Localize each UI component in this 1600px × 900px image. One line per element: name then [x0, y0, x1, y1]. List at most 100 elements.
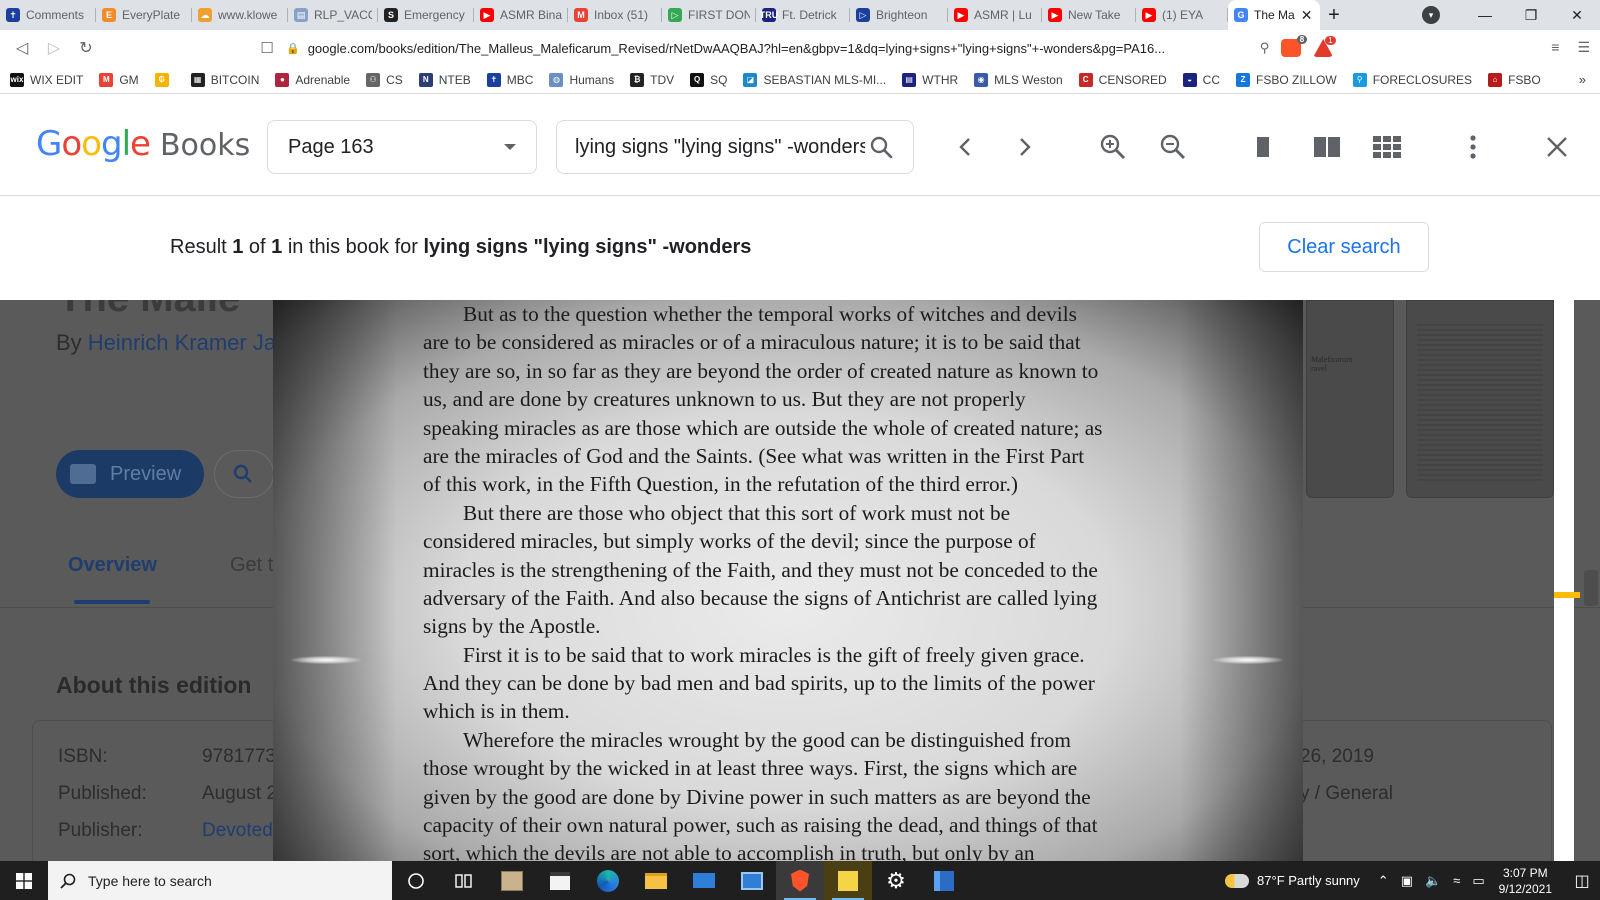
bookmark-item[interactable]: ▦ BITCOIN — [190, 72, 259, 87]
tab-get-book[interactable]: Get t — [230, 554, 273, 577]
page-thumbnail[interactable] — [1406, 300, 1554, 498]
browser-tab[interactable]: E EveryPlate — [96, 0, 192, 30]
bookmark-item[interactable]: ₲ — [154, 72, 175, 87]
browser-tab[interactable]: ✝ Comments — [0, 0, 96, 30]
browser-tab[interactable]: G The Ma ✕ — [1228, 0, 1320, 30]
bookmark-item[interactable]: ⚲ FORECLOSURES — [1352, 72, 1472, 87]
browser-tab[interactable]: ▤ RLP_VACC — [288, 0, 378, 30]
zoom-in-icon[interactable] — [1098, 132, 1128, 162]
photos-icon[interactable] — [728, 861, 776, 900]
next-result-icon[interactable] — [1010, 132, 1040, 162]
browser-tab[interactable]: ▶ New Take — [1042, 0, 1136, 30]
meet-now-icon[interactable]: ▣ — [1401, 873, 1413, 889]
bookmark-item[interactable]: ● Adrenable — [275, 72, 350, 87]
brave-browser-icon[interactable] — [776, 861, 824, 900]
scanned-page-viewer[interactable]: But as to the question whether the tempo… — [273, 300, 1303, 861]
tab-label: ASMR | Lu — [974, 8, 1032, 22]
page-scrollbar-thumb[interactable] — [1584, 570, 1598, 606]
bookmark-item[interactable]: ◪ SEBASTIAN MLS-MI... — [743, 72, 886, 87]
taskbar-clock[interactable]: 3:07 PM 9/12/2021 — [1499, 865, 1552, 897]
grid-view-icon[interactable] — [1372, 132, 1402, 162]
preview-button[interactable]: Preview — [56, 450, 204, 498]
lock-icon[interactable]: 🔒 — [286, 42, 300, 55]
tab-search-icon[interactable]: ▾ — [1422, 6, 1440, 24]
browser-tab[interactable]: ▷ Brighteon — [850, 0, 948, 30]
word-icon[interactable] — [920, 861, 968, 900]
photo-app-icon[interactable] — [488, 861, 536, 900]
taskbar-search-box[interactable]: Type here to search — [48, 861, 392, 900]
bookmark-item[interactable]: ◉ MLS Weston — [974, 72, 1063, 87]
browser-tab[interactable]: TRU Ft. Detrick — [756, 0, 850, 30]
clear-search-button[interactable]: Clear search — [1259, 222, 1429, 272]
bookmark-item[interactable]: N NTEB — [418, 72, 471, 87]
wifi-icon[interactable]: ≈ — [1453, 873, 1460, 888]
single-page-view-icon[interactable] — [1248, 132, 1278, 162]
bookmark-item[interactable]: ◍ Humans — [549, 72, 614, 87]
close-tab-icon[interactable]: ✕ — [1301, 7, 1313, 24]
back-icon[interactable]: ◁ — [6, 38, 38, 58]
search-hit-marker[interactable] — [1554, 592, 1580, 598]
page-thumbnail[interactable]: Maleficarum ravel — [1306, 300, 1394, 498]
in-book-search-box[interactable] — [556, 120, 914, 174]
browser-tab[interactable]: ▶ ASMR Bina — [474, 0, 568, 30]
bookmark-item[interactable]: Z FSBO ZILLOW — [1236, 72, 1337, 87]
battery-icon[interactable]: ▭ — [1472, 873, 1484, 889]
more-bookmarks-icon[interactable]: » — [1579, 72, 1586, 87]
minimize-icon[interactable]: — — [1462, 7, 1508, 23]
brave-shield-icon[interactable]: 8 — [1281, 35, 1308, 57]
browser-tab[interactable]: S Emergency — [378, 0, 474, 30]
cortana-icon[interactable] — [392, 861, 440, 900]
author-link[interactable]: Heinrich Kramer Ja — [88, 330, 276, 355]
tab-overview[interactable]: Overview — [68, 554, 157, 577]
bookmark-item[interactable]: C CENSORED — [1078, 72, 1167, 87]
store-icon[interactable] — [536, 861, 584, 900]
bookmark-item[interactable]: M GM — [99, 72, 139, 87]
search-inside-button[interactable] — [214, 450, 274, 498]
new-tab-button[interactable]: + — [1320, 0, 1348, 30]
file-explorer-icon[interactable] — [632, 861, 680, 900]
page-selector[interactable]: Page 163 — [267, 120, 537, 174]
forward-icon[interactable]: ▷ — [38, 38, 70, 58]
close-viewer-icon[interactable] — [1542, 132, 1572, 162]
volume-icon[interactable]: 🔈 — [1425, 873, 1441, 889]
reading-list-icon[interactable]: ≡ — [1551, 39, 1559, 56]
reload-icon[interactable]: ↻ — [70, 38, 102, 58]
bookmark-item[interactable]: Q SQ — [690, 72, 727, 87]
notifications-icon[interactable]: ◫ — [1564, 871, 1600, 891]
bookmark-item[interactable]: ▤ WTHR — [902, 72, 958, 87]
restore-icon[interactable]: ❐ — [1508, 7, 1554, 24]
search-icon[interactable] — [869, 135, 893, 159]
browser-tab[interactable]: M Inbox (51) — [568, 0, 662, 30]
chevron-up-icon[interactable]: ⌃ — [1378, 873, 1389, 889]
task-view-icon[interactable] — [440, 861, 488, 900]
google-books-logo[interactable]: Google Books — [36, 124, 250, 164]
more-options-icon[interactable] — [1458, 132, 1488, 162]
windows-start-icon[interactable] — [0, 861, 48, 900]
close-window-icon[interactable]: ✕ — [1554, 7, 1600, 24]
two-page-view-icon[interactable] — [1312, 132, 1342, 162]
bookmark-item[interactable]: ◒ CC — [1182, 72, 1220, 87]
browser-tab[interactable]: ▶ ASMR | Lu — [948, 0, 1042, 30]
bookmark-item[interactable]: wix WIX EDIT — [10, 72, 83, 87]
bookmark-icon[interactable]: ☐ — [252, 39, 282, 57]
tab-label: Brighteon — [876, 8, 928, 22]
edition-field-value[interactable]: Devoted — [202, 820, 273, 842]
bookmark-item[interactable]: ⚇ CS — [366, 72, 403, 87]
weather-text[interactable]: 87°F Partly sunny — [1257, 873, 1360, 888]
browser-tab[interactable]: ☁ www.klowe — [192, 0, 288, 30]
zoom-out-icon[interactable] — [1158, 132, 1188, 162]
in-book-search-input[interactable] — [575, 135, 865, 159]
bookmark-item[interactable]: ₿ TDV — [630, 72, 674, 87]
sticky-notes-icon[interactable] — [824, 861, 872, 900]
browser-tab[interactable]: ▷ FIRST DON — [662, 0, 756, 30]
previous-result-icon[interactable] — [950, 132, 980, 162]
browser-tab[interactable]: ▶ (1) EYA — [1136, 0, 1228, 30]
url-field[interactable]: google.com/books/edition/The_Malleus_Mal… — [308, 41, 1248, 56]
browser-menu-icon[interactable]: ☰ — [1577, 39, 1590, 56]
zoom-lens-icon[interactable]: ⚲ — [1260, 40, 1270, 56]
mail-icon[interactable] — [680, 861, 728, 900]
edge-icon[interactable] — [584, 861, 632, 900]
settings-icon[interactable]: ⚙ — [872, 861, 920, 900]
bookmark-item[interactable]: ⌂ FSBO — [1488, 72, 1541, 87]
bookmark-item[interactable]: ✝ MBC — [486, 72, 533, 87]
